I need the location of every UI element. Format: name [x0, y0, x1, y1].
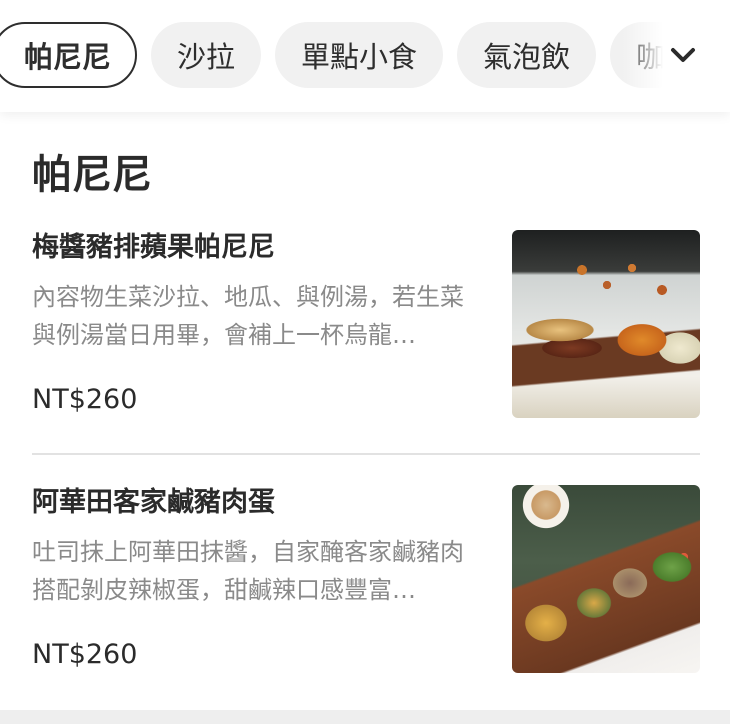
item-divider [32, 453, 700, 455]
tab-side-dishes[interactable]: 單點小食 [275, 22, 444, 88]
more-categories-button[interactable] [622, 22, 730, 88]
menu-item[interactable]: 梅醬豬排蘋果帕尼尼 內容物生菜沙拉、地瓜、與例湯，若生菜與例湯當日用畢，會補上一… [32, 230, 700, 418]
item-description: 內容物生菜沙拉、地瓜、與例湯，若生菜與例湯當日用畢，會補上一杯烏龍… [32, 283, 464, 349]
chevron-down-icon [671, 48, 695, 62]
section-title: 帕尼尼 [32, 152, 152, 198]
tab-sparkling-drinks[interactable]: 氣泡飲 [457, 22, 597, 88]
category-tabs: 帕尼尼 沙拉 單點小食 氣泡飲 咖 [0, 22, 692, 88]
tab-panini[interactable]: 帕尼尼 [0, 22, 138, 88]
item-photo [512, 485, 700, 673]
menu-item[interactable]: 阿華田客家鹹豬肉蛋 吐司抹上阿華田抹醬，自家醃客家鹹豬肉搭配剝皮辣椒蛋，甜鹹辣口… [32, 485, 700, 673]
item-photo [512, 230, 700, 418]
bottom-strip [0, 710, 730, 724]
category-tab-bar: 帕尼尼 沙拉 單點小食 氣泡飲 咖 [0, 0, 730, 112]
item-price: NT$260 [32, 639, 138, 670]
item-price: NT$260 [32, 384, 138, 415]
tab-salad[interactable]: 沙拉 [151, 22, 262, 88]
item-description: 吐司抹上阿華田抹醬，自家醃客家鹹豬肉搭配剝皮辣椒蛋，甜鹹辣口感豐富… [32, 538, 464, 604]
